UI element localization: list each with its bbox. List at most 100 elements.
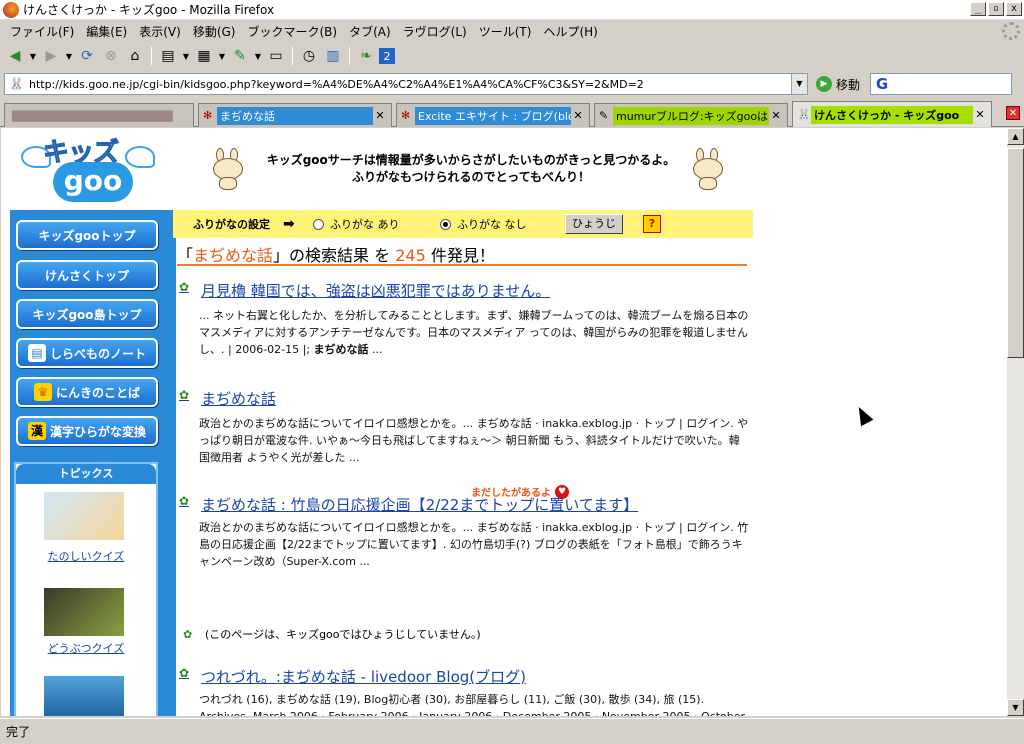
home-icon[interactable]: ⌂ bbox=[124, 45, 146, 67]
nav-research-notes-button[interactable]: ▤ しらべものノート bbox=[16, 338, 158, 368]
result-suffix: 件発見！ bbox=[430, 246, 495, 265]
send-icon[interactable]: ▭ bbox=[265, 45, 287, 67]
animal-quiz-image[interactable] bbox=[44, 588, 124, 636]
back-icon[interactable]: ◀ bbox=[4, 45, 26, 67]
sprout-icon: ✿ bbox=[179, 388, 190, 402]
result-count-heading: 「まぢめな話」の検索結果 を 245 件発見！ bbox=[177, 242, 747, 266]
toolbar-separator bbox=[151, 47, 152, 65]
menu-tools[interactable]: ツール(T) bbox=[473, 23, 538, 40]
window-controls: _ ▫ x bbox=[970, 2, 1022, 16]
result-count: 245 bbox=[395, 246, 426, 265]
help-icon[interactable]: ? bbox=[643, 215, 661, 233]
leaf-icon[interactable]: ❧ bbox=[355, 45, 377, 67]
tab-bar: ▇▇▇▇▇▇▇▇▇▇▇▇▇▇▇▇▇▇▇ ✻ まぢめな話 ✕ ✻ Excite エ… bbox=[0, 100, 1024, 127]
menu-lovelog[interactable]: ラヴログ(L) bbox=[397, 23, 473, 40]
go-button[interactable]: ▶ 移動 bbox=[816, 76, 860, 93]
tab-5-active[interactable]: 🐰 けんさくけっか - キッズgoo ✕ bbox=[792, 101, 992, 127]
tab-close-icon[interactable]: ✕ bbox=[973, 108, 987, 121]
close-button[interactable]: x bbox=[1006, 2, 1022, 16]
close-tab-icon[interactable]: ✕ bbox=[1006, 106, 1020, 120]
scroll-thumb[interactable] bbox=[1007, 148, 1024, 358]
tab-label: けんさくけっか - キッズgoo bbox=[811, 105, 973, 124]
menu-tabs[interactable]: タブ(A) bbox=[343, 23, 397, 40]
quiz-image[interactable] bbox=[44, 492, 124, 540]
reload-icon[interactable]: ⟳ bbox=[76, 45, 98, 67]
minimize-button[interactable]: _ bbox=[970, 2, 986, 16]
search-result: ✿ まぢめな話 政治とかのまぢめな話についてイロイロ感想とかを。... まぢめな… bbox=[179, 388, 749, 466]
tab-close-icon[interactable]: ✕ bbox=[571, 109, 585, 122]
result-title-link[interactable]: 月見櫓 韓国では、強盗は凶悪犯罪ではありません。 bbox=[201, 280, 550, 301]
tab-close-icon[interactable]: ✕ bbox=[769, 109, 783, 122]
stop-icon[interactable]: ⊗ bbox=[100, 45, 122, 67]
bookmark-dropdown-icon[interactable]: ▼ bbox=[217, 45, 227, 67]
url-dropdown-icon[interactable]: ▼ bbox=[791, 74, 807, 94]
bookmark-icon[interactable]: ▦ bbox=[193, 45, 215, 67]
kidsgoo-logo[interactable]: キッズ goo bbox=[21, 132, 155, 204]
tab-3[interactable]: ✻ Excite エキサイト : ブログ(blo... ✕ bbox=[396, 103, 590, 127]
menu-bookmarks[interactable]: ブックマーク(B) bbox=[241, 23, 343, 40]
maximize-button[interactable]: ▫ bbox=[988, 2, 1004, 16]
url-field[interactable]: 🐰 http://kids.goo.ne.jp/cgi-bin/kidsgoo.… bbox=[4, 73, 808, 95]
result-title-row: ✿ まぢめな話 : 竹島の日応援企画【2/22までトップに置いてます】 bbox=[179, 494, 749, 515]
furigana-on-radio[interactable] bbox=[313, 218, 324, 230]
print-dropdown-icon[interactable]: ▼ bbox=[181, 45, 191, 67]
search-input[interactable]: G bbox=[870, 73, 1013, 95]
logo-goo-text: goo bbox=[53, 162, 133, 202]
tab-2[interactable]: ✻ まぢめな話 ✕ bbox=[198, 103, 392, 127]
toolbar-separator bbox=[292, 47, 293, 65]
menu-bar: ファイル(F) 編集(E) 表示(V) 移動(G) ブックマーク(B) タブ(A… bbox=[0, 20, 1024, 42]
nav-popular-words-button[interactable]: ♛ にんきのことば bbox=[16, 377, 158, 407]
number-icon[interactable]: 2 bbox=[379, 48, 395, 64]
tab-label: mumurブルログ:キッズgooはあ... bbox=[613, 106, 769, 125]
history-dropdown-icon[interactable]: ▼ bbox=[253, 45, 263, 67]
result-title-link[interactable]: まぢめな話 : 竹島の日応援企画【2/22までトップに置いてます】 bbox=[201, 494, 638, 515]
result-title-row: ✿ 月見櫓 韓国では、強盗は凶悪犯罪ではありません。 bbox=[179, 280, 749, 301]
topic-link-quiz[interactable]: たのしいクイズ bbox=[16, 548, 156, 564]
result-title-link[interactable]: まぢめな話 bbox=[201, 388, 276, 409]
dolphin-image[interactable] bbox=[44, 676, 124, 716]
result-title-link[interactable]: つれづれ。:まぢめな話 - livedoor Blog(ブログ) bbox=[201, 666, 526, 687]
menu-view[interactable]: 表示(V) bbox=[133, 23, 187, 40]
menu-file[interactable]: ファイル(F) bbox=[4, 23, 80, 40]
furigana-off-label[interactable]: ふりがな なし bbox=[457, 216, 557, 232]
result-title-row: ✿ まぢめな話 bbox=[179, 388, 749, 409]
search-result: ✿ まぢめな話 : 竹島の日応援企画【2/22までトップに置いてます】 政治とか… bbox=[179, 494, 749, 570]
nav-search-top-button[interactable]: けんさくトップ bbox=[16, 260, 158, 290]
snippet-text: ... bbox=[368, 343, 383, 356]
tab-1[interactable]: ▇▇▇▇▇▇▇▇▇▇▇▇▇▇▇▇▇▇▇ bbox=[4, 103, 194, 127]
nav-kidsgoo-top-button[interactable]: キッズgooトップ bbox=[16, 220, 158, 250]
furigana-off-radio[interactable] bbox=[440, 218, 451, 230]
menu-edit[interactable]: 編集(E) bbox=[80, 23, 133, 40]
tab-4[interactable]: ✎ mumurブルログ:キッズgooはあ... ✕ bbox=[594, 103, 788, 127]
menu-go[interactable]: 移動(G) bbox=[187, 23, 242, 40]
vertical-scrollbar[interactable]: ▲ ▼ bbox=[1007, 128, 1024, 716]
scroll-down-icon[interactable]: ▼ bbox=[1007, 699, 1024, 716]
furigana-settings-bar: ふりがなの設定 ➡ ふりがな あり ふりがな なし ひょうじ ? bbox=[173, 210, 753, 238]
sidebar: キッズgooトップ けんさくトップ キッズgoo島トップ ▤ しらべものノート … bbox=[10, 210, 176, 716]
furigana-on-label[interactable]: ふりがな あり bbox=[330, 216, 430, 232]
result-title-row: ✿ つれづれ。:まぢめな話 - livedoor Blog(ブログ) bbox=[179, 666, 749, 687]
nav-kanji-convert-button[interactable]: 漢 漢字ひらがな変換 bbox=[16, 416, 158, 446]
forward-icon[interactable]: ▶ bbox=[40, 45, 62, 67]
tab-favicon: 🐰 bbox=[797, 108, 811, 121]
topic-link-animal-quiz[interactable]: どうぶつクイズ bbox=[16, 640, 156, 656]
clock-icon[interactable]: ◷ bbox=[298, 45, 320, 67]
snippet-keyword: まぢめな話 bbox=[313, 343, 369, 356]
google-icon[interactable]: G bbox=[873, 75, 891, 93]
forward-dropdown-icon[interactable]: ▼ bbox=[64, 45, 74, 67]
nav-kidsgoo-island-button[interactable]: キッズgoo島トップ bbox=[16, 299, 158, 329]
back-dropdown-icon[interactable]: ▼ bbox=[28, 45, 38, 67]
book-icon[interactable]: ▥ bbox=[322, 45, 344, 67]
tab-label: ▇▇▇▇▇▇▇▇▇▇▇▇▇▇▇▇▇▇▇ bbox=[12, 109, 173, 122]
banner-line-2: ふりがなもつけられるのでとってもべんり！ bbox=[352, 170, 590, 184]
furigana-label: ふりがなの設定 bbox=[193, 218, 270, 231]
crown-icon: ♛ bbox=[33, 383, 52, 401]
tab-close-icon[interactable]: ✕ bbox=[373, 109, 387, 122]
print-icon[interactable]: ▤ bbox=[157, 45, 179, 67]
history-icon[interactable]: ✎ bbox=[229, 45, 251, 67]
page-content: キッズ goo キッズgooサーチは情報量が多いからさがしたいものがきっと見つか… bbox=[1, 128, 1007, 716]
scroll-up-icon[interactable]: ▲ bbox=[1007, 128, 1024, 145]
url-text[interactable]: http://kids.goo.ne.jp/cgi-bin/kidsgoo.ph… bbox=[29, 78, 791, 91]
display-button[interactable]: ひょうじ bbox=[565, 214, 623, 234]
menu-help[interactable]: ヘルプ(H) bbox=[537, 23, 603, 40]
